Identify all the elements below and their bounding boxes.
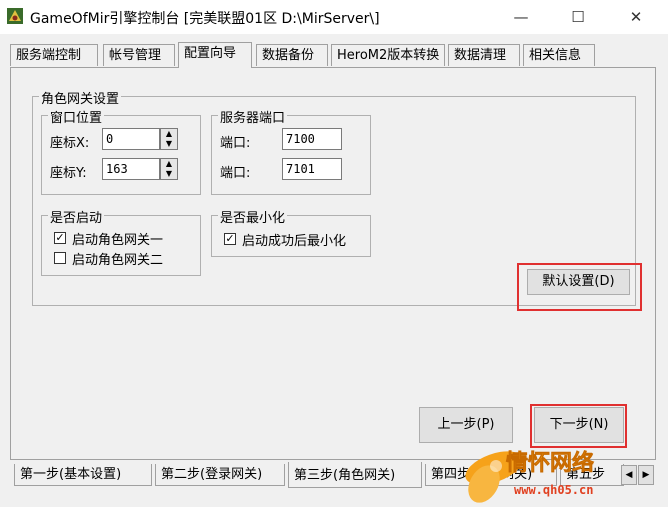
prev-step-button[interactable]: 上一步(P) bbox=[419, 407, 513, 443]
start-enabled-group: 是否启动 ✓ 启动角色网关一 启动角色网关二 bbox=[41, 207, 201, 276]
scroll-left-arrow-icon[interactable]: ◀ bbox=[621, 465, 637, 485]
window-title: GameOfMir引擎控制台 [完美联盟01区 D:\MirServer\] bbox=[30, 11, 380, 27]
next-step-button[interactable]: 下一步(N) bbox=[534, 407, 624, 443]
tab-data-clean[interactable]: 数据清理 bbox=[448, 44, 520, 66]
app-window: GameOfMir引擎控制台 [完美联盟01区 D:\MirServer\] —… bbox=[0, 0, 668, 507]
minimize-label[interactable]: 启动成功后最小化 bbox=[242, 230, 346, 249]
maximize-button[interactable]: ☐ bbox=[555, 0, 601, 34]
gateway1-checkbox[interactable]: ✓ bbox=[54, 232, 66, 244]
port1-label: 端口: bbox=[220, 136, 251, 151]
port2-input[interactable]: 7101 bbox=[282, 158, 342, 180]
down-arrow-icon[interactable]: ▼ bbox=[161, 139, 177, 149]
close-button[interactable]: ✕ bbox=[613, 0, 659, 34]
config-wizard-panel: 角色网关设置 窗口位置 座标X: 0 ▲ ▼ 座标Y: 163 ▲ ▼ 服务器端口 … bbox=[10, 67, 656, 460]
up-arrow-icon[interactable]: ▲ bbox=[161, 159, 177, 169]
server-port-group: 服务器端口 端口: 7100 端口: 7101 bbox=[211, 107, 371, 195]
title-bar: GameOfMir引擎控制台 [完美联盟01区 D:\MirServer\] —… bbox=[0, 0, 668, 34]
down-arrow-icon[interactable]: ▼ bbox=[161, 169, 177, 179]
step-4-tab[interactable]: 第四步(游戏网关) bbox=[425, 464, 557, 486]
app-icon bbox=[7, 8, 23, 24]
step-3-tab[interactable]: 第三步(角色网关) bbox=[288, 462, 422, 488]
start-enabled-title: 是否启动 bbox=[48, 207, 105, 226]
default-settings-button[interactable]: 默认设置(D) bbox=[527, 269, 630, 295]
window-position-title: 窗口位置 bbox=[48, 107, 105, 126]
x-coordinate-input[interactable]: 0 bbox=[102, 128, 160, 150]
minimize-group: 是否最小化 ✓ 启动成功后最小化 bbox=[211, 207, 371, 257]
minimize-checkbox[interactable]: ✓ bbox=[224, 233, 236, 245]
window-position-group: 窗口位置 座标X: 0 ▲ ▼ 座标Y: 163 ▲ ▼ bbox=[41, 107, 201, 195]
minimize-button[interactable]: — bbox=[498, 0, 544, 34]
tab-herom2[interactable]: HeroM2版本转换 bbox=[331, 44, 445, 66]
y-label: 座标Y: bbox=[50, 166, 87, 181]
x-label: 座标X: bbox=[50, 136, 90, 151]
tab-backup[interactable]: 数据备份 bbox=[256, 44, 328, 66]
gateway2-label[interactable]: 启动角色网关二 bbox=[72, 249, 163, 268]
y-coordinate-input[interactable]: 163 bbox=[102, 158, 160, 180]
server-port-title: 服务器端口 bbox=[218, 107, 288, 126]
port2-label: 端口: bbox=[220, 166, 251, 181]
x-stepper[interactable]: ▲ ▼ bbox=[160, 128, 178, 150]
tab-account[interactable]: 帐号管理 bbox=[103, 44, 175, 66]
step-2-tab[interactable]: 第二步(登录网关) bbox=[155, 464, 285, 486]
tab-server-control[interactable]: 服务端控制 bbox=[10, 44, 98, 66]
step-1-tab[interactable]: 第一步(基本设置) bbox=[14, 464, 152, 486]
y-stepper[interactable]: ▲ ▼ bbox=[160, 158, 178, 180]
scroll-right-arrow-icon[interactable]: ▶ bbox=[638, 465, 654, 485]
step-5-tab[interactable]: 第五步 bbox=[560, 464, 624, 486]
minimize-title: 是否最小化 bbox=[218, 207, 288, 226]
up-arrow-icon[interactable]: ▲ bbox=[161, 129, 177, 139]
role-gateway-title: 角色网关设置 bbox=[39, 88, 122, 107]
tab-about[interactable]: 相关信息 bbox=[523, 44, 595, 66]
port1-input[interactable]: 7100 bbox=[282, 128, 342, 150]
tab-config-wizard[interactable]: 配置向导 bbox=[178, 42, 252, 68]
gateway2-checkbox[interactable] bbox=[54, 252, 66, 264]
gateway1-label[interactable]: 启动角色网关一 bbox=[72, 229, 163, 248]
